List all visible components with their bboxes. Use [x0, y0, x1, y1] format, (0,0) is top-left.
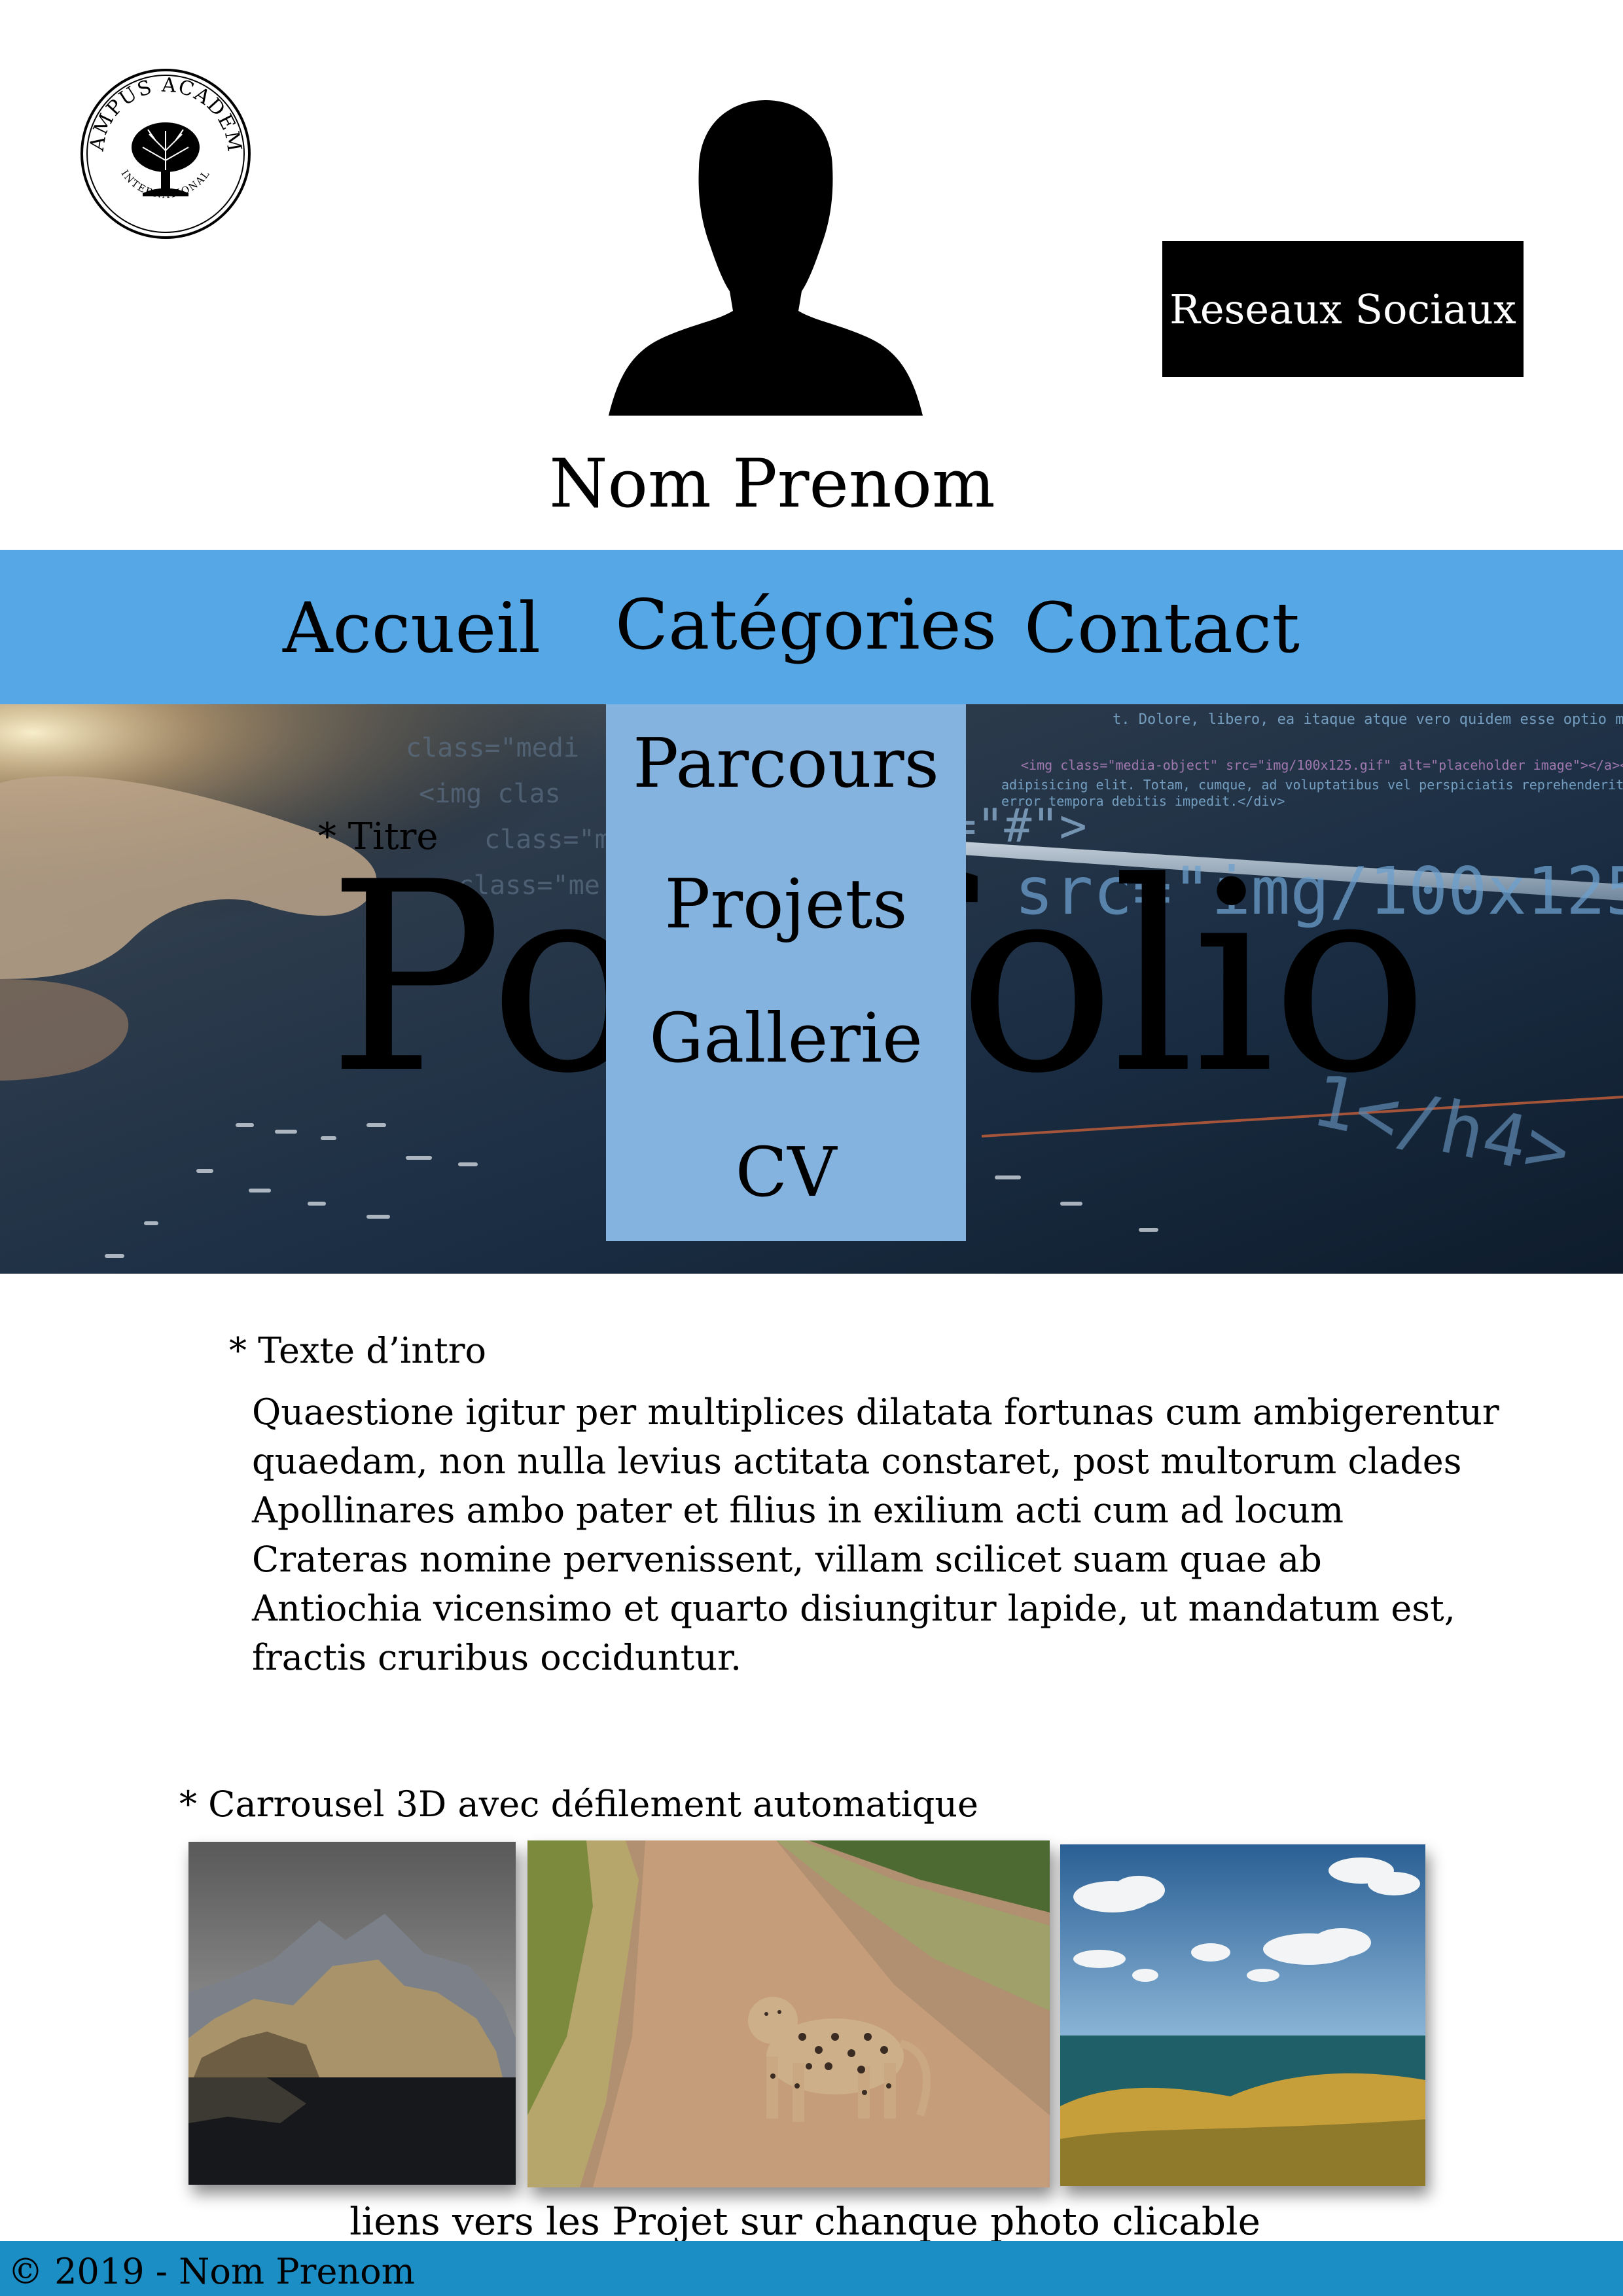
dropdown-item-gallerie[interactable]: Gallerie	[606, 999, 966, 1077]
dropdown-item-parcours[interactable]: Parcours	[606, 724, 966, 802]
intro-line: Quaestione igitur per multiplices dilata…	[252, 1391, 1499, 1433]
categories-dropdown: Parcours Projets Gallerie CV	[606, 704, 966, 1241]
tree-icon: CAMPUS ACADEMY INTERNATIONAL	[69, 48, 251, 239]
intro-line: Crateras nomine pervenissent, villam sci…	[252, 1539, 1322, 1580]
intro-label: * Texte d’intro	[229, 1330, 487, 1371]
nav-item-accueil[interactable]: Accueil	[283, 586, 541, 671]
svg-text:<img clas: <img clas	[419, 779, 561, 809]
dropdown-item-cv[interactable]: CV	[606, 1133, 966, 1211]
nav-item-categories[interactable]: Catégories	[615, 583, 997, 668]
site-owner-name: Nom Prenom	[549, 445, 995, 523]
intro-line: Apollinares ambo pater et filius in exil…	[252, 1490, 1344, 1531]
carousel-photo-seascape[interactable]	[1060, 1844, 1425, 2186]
svg-text:class="medi: class="medi	[406, 733, 579, 763]
svg-text:<img class="media-object" src=: <img class="media-object" src="img/100x1…	[1021, 757, 1623, 773]
social-networks-button[interactable]: Reseaux Sociaux	[1162, 241, 1524, 377]
footer-copyright: © 2019 - Nom Prenom	[8, 2251, 415, 2292]
carousel-photo-leopard[interactable]	[527, 1840, 1050, 2187]
carousel-caption: liens vers les Projet sur chanque photo …	[349, 2199, 1260, 2244]
svg-text:adipisicing elit. Totam, cumqu: adipisicing elit. Totam, cumque, ad volu…	[1001, 777, 1623, 793]
person-silhouette-icon	[609, 100, 923, 416]
main-navigation: Accueil Catégories Contact	[0, 550, 1623, 704]
campus-academy-logo[interactable]: CAMPUS ACADEMY INTERNATIONAL	[69, 48, 254, 242]
carousel-label: * Carrousel 3D avec défilement automatiq…	[179, 1784, 979, 1825]
sea-and-sky-photo	[1060, 1844, 1425, 2186]
leopard-on-dirt-road-photo	[527, 1840, 1050, 2187]
profile-avatar	[602, 95, 929, 416]
coastal-cliffs-photo	[188, 1842, 516, 2185]
nav-item-contact[interactable]: Contact	[1024, 586, 1300, 671]
intro-line: quaedam, non nulla levius actitata const…	[252, 1441, 1462, 1482]
intro-text: Quaestione igitur per multiplices dilata…	[252, 1388, 1508, 1682]
dropdown-item-projets[interactable]: Projets	[606, 865, 966, 943]
intro-line: fractis cruribus occiduntur.	[252, 1637, 742, 1678]
intro-line: Antiochia vicensimo et quarto disiungitu…	[252, 1588, 1455, 1629]
svg-text:t. Dolore, libero, ea itaque a: t. Dolore, libero, ea itaque atque vero …	[1113, 711, 1623, 728]
carousel-photo-cliffs[interactable]	[188, 1842, 516, 2185]
footer: © 2019 - Nom Prenom	[0, 2241, 1623, 2296]
